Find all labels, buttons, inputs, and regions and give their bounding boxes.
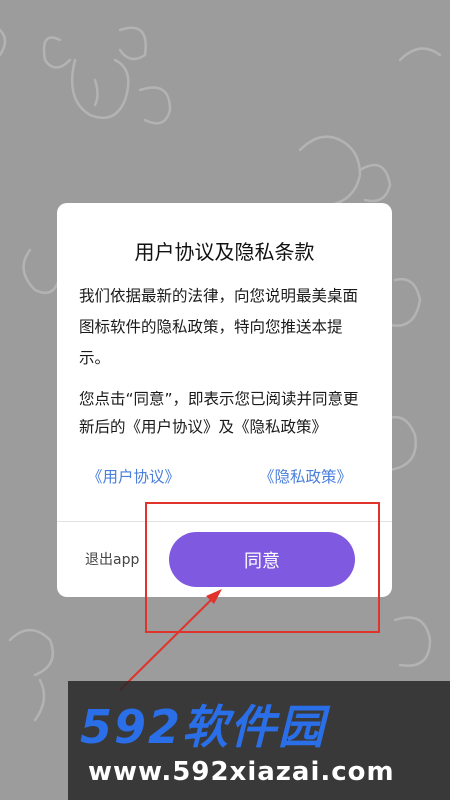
annotation-arrow (119, 589, 222, 691)
watermark-url: www.592xiazai.com (88, 757, 395, 787)
watermark-logo: 592软件园 (80, 700, 327, 754)
watermark-banner: 592软件园 www.592xiazai.com (68, 681, 450, 800)
